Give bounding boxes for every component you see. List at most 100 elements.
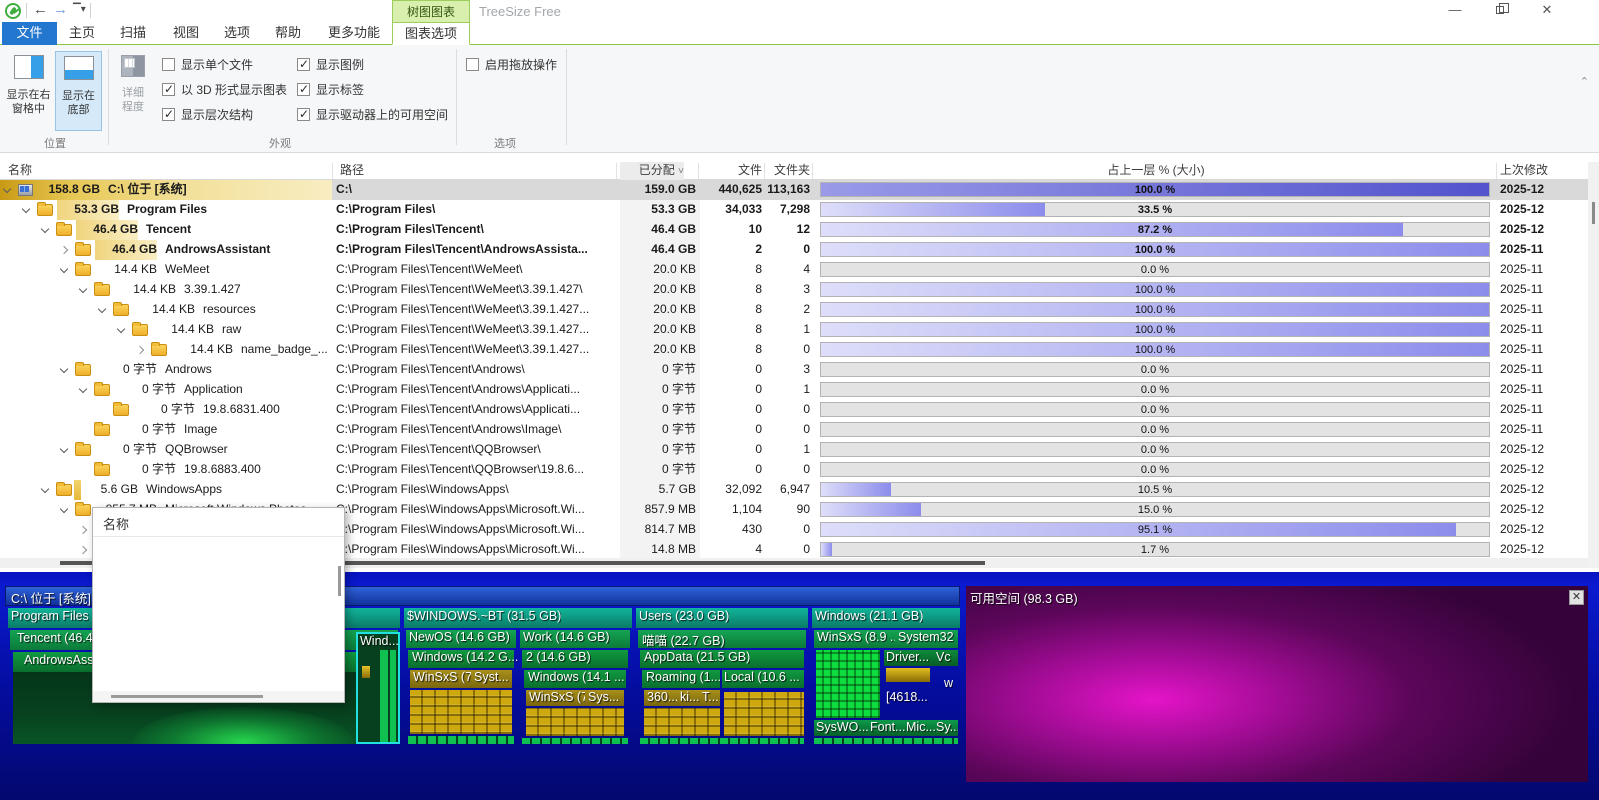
column-header-path[interactable]: 路径 (340, 162, 364, 180)
appearance-checkbox-a-2[interactable]: 显示层次结构 (162, 108, 253, 124)
popup-horizontal-scrollbar[interactable] (93, 691, 344, 702)
table-row[interactable]: 0 字节ApplicationC:\Program Files\Tencent\… (0, 380, 1588, 400)
row-name-cell[interactable]: 5.6 GBWindowsApps (0, 480, 332, 500)
treemap-tile-syswow[interactable]: SysWO... Font... Mic... Sy... (814, 720, 958, 736)
table-row[interactable]: 53.3 GBProgram FilesC:\Program Files\53.… (0, 200, 1588, 220)
restore-button[interactable] (1486, 0, 1516, 22)
table-row[interactable]: 5.6 GBWindowsAppsC:\Program Files\Window… (0, 480, 1588, 500)
table-row[interactable]: 158.8 GBC:\ 位于 [系统]C:\159.0 GB440,625113… (0, 180, 1588, 200)
appearance-checkbox-b-1[interactable]: 显示标签 (297, 83, 364, 99)
row-name-cell[interactable]: 0 字节19.8.6831.400 (0, 400, 332, 420)
popup-column-header-name[interactable]: 名称 (103, 514, 129, 533)
table-row[interactable]: 0 字节19.8.6831.400C:\Program Files\Tencen… (0, 400, 1588, 420)
appearance-checkbox-a-1[interactable]: 以 3D 形式显示图表 (162, 83, 287, 99)
column-header-folders[interactable]: 文件夹 (766, 162, 810, 180)
treemap-tile-work[interactable]: Work (14.6 GB) (520, 630, 630, 648)
tab-4[interactable]: 帮助 (263, 22, 313, 45)
table-row[interactable]: 0 字节AndrowsC:\Program Files\Tencent\Andr… (0, 360, 1588, 380)
chevron-down-icon[interactable] (60, 505, 68, 513)
chevron-right-icon[interactable] (60, 246, 68, 254)
row-name-cell[interactable]: 53.3 GBProgram Files (0, 200, 332, 220)
treemap-tile-4618[interactable]: [4618... (886, 690, 936, 704)
chevron-down-icon[interactable] (60, 265, 68, 273)
chevron-down-icon[interactable] (41, 225, 49, 233)
treemap-tile-driver[interactable]: Driver... Vc (884, 650, 958, 666)
treemap-tile-windows-bt[interactable]: $WINDOWS.~BT (31.5 GB) (404, 608, 632, 628)
treemap-tile-newos-winsxs[interactable]: WinSxS (7... Syst... (410, 670, 512, 688)
table-row[interactable]: 0 字节ImageC:\Program Files\Tencent\Androw… (0, 420, 1588, 440)
popup-vertical-scrollbar-thumb[interactable] (338, 566, 341, 596)
treemap-tile-360[interactable]: 360... ki... T... (644, 690, 720, 706)
tab-1[interactable]: 扫描 (107, 22, 159, 45)
table-row[interactable]: 0 字节QQBrowserC:\Program Files\Tencent\QQ… (0, 440, 1588, 460)
show-in-right-pane-button[interactable]: 显示在右窗格中 (5, 51, 52, 131)
back-button[interactable]: ← (33, 1, 48, 18)
chevron-right-icon[interactable] (79, 546, 87, 554)
tab-2[interactable]: 视图 (161, 22, 211, 45)
table-row[interactable]: 46.4 GBTencentC:\Program Files\Tencent\4… (0, 220, 1588, 240)
tab-file[interactable]: 文件 (2, 22, 57, 45)
column-header-allocated[interactable]: 已分配 ˅ (620, 162, 684, 180)
app-logo-icon[interactable] (5, 3, 21, 19)
column-header-name[interactable]: 名称 (8, 162, 32, 180)
chevron-down-icon[interactable] (3, 185, 11, 193)
chevron-down-icon[interactable] (117, 325, 125, 333)
vertical-scrollbar-thumb[interactable] (1592, 202, 1595, 224)
row-name-cell[interactable]: 14.4 KBname_badge_... (0, 340, 332, 360)
chevron-down-icon[interactable] (79, 385, 87, 393)
chevron-right-icon[interactable] (79, 526, 87, 534)
table-row[interactable]: 46.4 GBAndrowsAssistantC:\Program Files\… (0, 240, 1588, 260)
qat-customize-button[interactable]: ▔▾ (73, 4, 86, 15)
free-space-close-icon[interactable]: ✕ (1569, 590, 1584, 605)
chevron-down-icon[interactable] (41, 485, 49, 493)
row-name-cell[interactable]: 14.4 KBraw (0, 320, 332, 340)
treemap-tile-newos-windows[interactable]: Windows (14.2 G... (408, 650, 514, 668)
chevron-down-icon[interactable] (22, 205, 30, 213)
row-name-cell[interactable]: 46.4 GBTencent (0, 220, 332, 240)
treemap-tile-miaomiao[interactable]: 喵喵 (22.7 GB) (638, 630, 806, 648)
detail-level-button[interactable]: 详细程度 (113, 51, 153, 131)
row-name-cell[interactable]: 0 字节Application (0, 380, 332, 400)
chevron-down-icon[interactable] (98, 305, 106, 313)
row-name-cell[interactable]: 0 字节Androws (0, 360, 332, 380)
treemap-tile-windowsapps[interactable]: Wind... (356, 632, 400, 744)
column-header-files[interactable]: 文件 (700, 162, 762, 180)
row-name-cell[interactable]: 0 字节19.8.6883.400 (0, 460, 332, 480)
tab-3[interactable]: 选项 (213, 22, 261, 45)
column-header-percent[interactable]: 占上一层 % (大小) (818, 162, 1494, 180)
treemap-tile-appdata[interactable]: AppData (21.5 GB) (640, 650, 804, 668)
show-at-bottom-button[interactable]: 显示在底部 (55, 51, 102, 131)
options-checkbox-0[interactable]: 启用拖放操作 (466, 58, 557, 74)
row-name-cell[interactable]: 46.4 GBAndrowsAssistant (0, 240, 332, 260)
popup-horizontal-scrollbar-thumb[interactable] (111, 695, 263, 698)
table-row[interactable]: 14.4 KBWeMeetC:\Program Files\Tencent\We… (0, 260, 1588, 280)
treemap-tile-work-winsxs[interactable]: WinSxS (7... Sys... (526, 690, 624, 706)
table-row[interactable]: 14.4 KBresourcesC:\Program Files\Tencent… (0, 300, 1588, 320)
table-row[interactable]: 0 字节19.8.6883.400C:\Program Files\Tencen… (0, 460, 1588, 480)
treemap-tile-winsxs[interactable]: WinSxS (8.9 ... System32 ... (814, 630, 958, 648)
treemap-tile-users[interactable]: Users (23.0 GB) (636, 608, 808, 628)
row-name-cell[interactable]: 14.4 KBresources (0, 300, 332, 320)
tab-0[interactable]: 主页 (59, 22, 105, 45)
row-name-cell[interactable]: 0 字节QQBrowser (0, 440, 332, 460)
row-name-cell[interactable]: 14.4 KBWeMeet (0, 260, 332, 280)
chevron-down-icon[interactable] (60, 445, 68, 453)
tab-chart-options[interactable]: 图表选项 (392, 22, 470, 45)
minimize-button[interactable]: — (1440, 0, 1470, 22)
table-row[interactable]: 14.4 KBname_badge_...C:\Program Files\Te… (0, 340, 1588, 360)
treemap-tile-work-2[interactable]: 2 (14.6 GB) (522, 650, 628, 668)
treemap-tile-w[interactable]: w (944, 676, 953, 690)
row-name-cell[interactable]: 0 字节Image (0, 420, 332, 440)
column-header-modified[interactable]: 上次修改 (1500, 162, 1548, 180)
table-row[interactable]: 14.4 KBrawC:\Program Files\Tencent\WeMee… (0, 320, 1588, 340)
row-name-cell[interactable]: 14.4 KB3.39.1.427 (0, 280, 332, 300)
treemap-tile-work-windows[interactable]: Windows (14.1 ... (524, 670, 626, 688)
close-button[interactable]: ✕ (1532, 0, 1562, 22)
treemap-tile-local[interactable]: Local (10.6 ... (722, 670, 804, 688)
table-row[interactable]: 14.4 KB3.39.1.427C:\Program Files\Tencen… (0, 280, 1588, 300)
chevron-down-icon[interactable] (79, 285, 87, 293)
tab-5[interactable]: 更多功能 (315, 22, 393, 45)
forward-button[interactable]: → (53, 1, 68, 18)
treemap-tile-roaming[interactable]: Roaming (1... (642, 670, 720, 688)
treemap-free-space[interactable]: 可用空间 (98.3 GB) ✕ (966, 586, 1588, 782)
